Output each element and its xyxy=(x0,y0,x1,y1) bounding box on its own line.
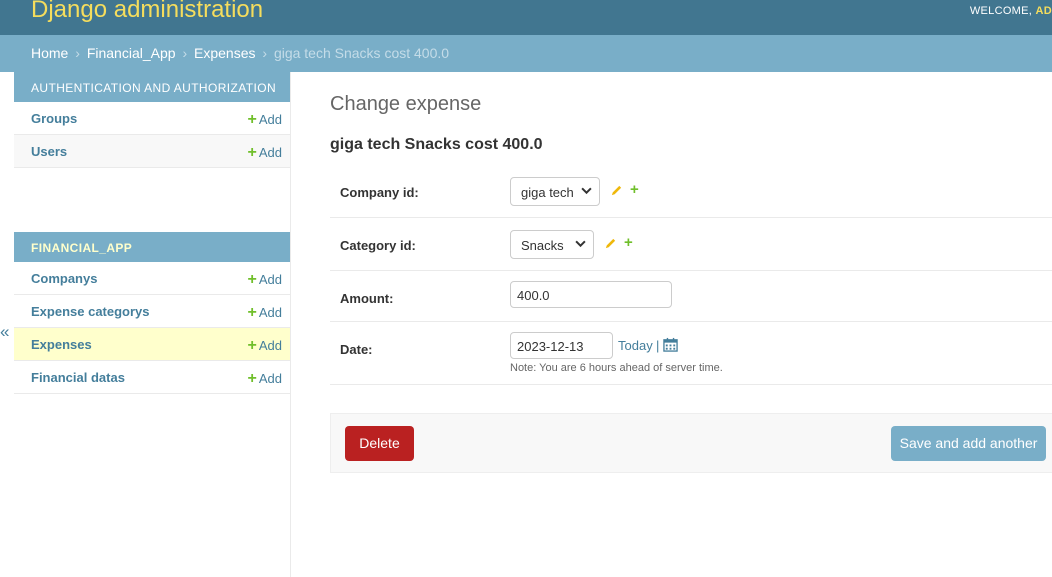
module-caption-financial-app[interactable]: Financial_App xyxy=(14,232,290,262)
sidebar-item-label[interactable]: Financial datas xyxy=(31,370,125,385)
plus-icon: + xyxy=(247,144,257,161)
add-users-link[interactable]: + Add xyxy=(248,144,282,162)
company-select[interactable]: giga tech xyxy=(510,177,600,206)
site-name[interactable]: Django administration xyxy=(31,0,263,24)
header: Django administration WELCOME, AD xyxy=(0,0,1052,35)
breadcrumb-app[interactable]: Financial_App xyxy=(87,45,176,61)
submit-row: Delete Save and add another xyxy=(330,413,1052,473)
pipe-separator: | xyxy=(656,338,660,353)
save-and-add-another-button[interactable]: Save and add another xyxy=(891,426,1046,461)
add-label: Add xyxy=(258,112,282,127)
form-row-date: Date: 2023-12-13 Today | Note: You are 6… xyxy=(330,322,1052,385)
plus-icon: + xyxy=(247,370,257,387)
category-label: Category id: xyxy=(340,238,416,253)
amount-label: Amount: xyxy=(340,291,394,306)
toggle-nav-button[interactable]: « xyxy=(0,322,12,342)
date-input[interactable]: 2023-12-13 xyxy=(510,332,613,359)
timezone-help-text: Note: You are 6 hours ahead of server ti… xyxy=(510,362,723,374)
add-label: Add xyxy=(258,272,282,287)
pencil-icon[interactable] xyxy=(604,237,617,253)
sidebar-item-expenses: Expenses + Add xyxy=(14,328,290,361)
sidebar-item-groups: Groups + Add xyxy=(14,102,290,135)
calendar-icon[interactable] xyxy=(663,337,678,355)
user-tools: WELCOME, AD xyxy=(970,5,1052,17)
breadcrumb-home[interactable]: Home xyxy=(31,45,68,61)
add-label: Add xyxy=(258,305,282,320)
object-title: giga tech Snacks cost 400.0 xyxy=(330,136,543,153)
pencil-icon[interactable] xyxy=(610,184,623,200)
add-label: Add xyxy=(258,338,282,353)
module-auth: Authentication and Authorization Groups … xyxy=(14,72,290,168)
breadcrumb-separator: › xyxy=(182,45,188,61)
amount-input[interactable]: 400.0 xyxy=(510,281,672,308)
sidebar-item-label[interactable]: Expenses xyxy=(31,337,92,352)
chevron-down-icon xyxy=(575,238,586,252)
breadcrumb-current: giga tech Snacks cost 400.0 xyxy=(273,45,450,61)
add-financial-datas-link[interactable]: + Add xyxy=(248,370,282,388)
plus-icon: + xyxy=(247,271,257,288)
breadcrumb-model[interactable]: Expenses xyxy=(194,45,255,61)
add-label: Add xyxy=(258,145,282,160)
module-financial-app: Financial_App Companys + Add Expense cate… xyxy=(14,232,290,394)
page-title: Change expense xyxy=(330,93,482,115)
plus-icon[interactable]: + xyxy=(624,234,633,251)
form-row-category: Category id: Snacks + xyxy=(330,218,1052,271)
breadcrumb-separator: › xyxy=(75,45,80,61)
company-select-value: giga tech xyxy=(521,185,574,200)
module-caption-link[interactable]: Authentication and Authorization xyxy=(31,81,276,95)
add-groups-link[interactable]: + Add xyxy=(248,111,282,129)
add-label: Add xyxy=(258,371,282,386)
module-caption-link[interactable]: Financial_App xyxy=(31,241,132,255)
form-row-amount: Amount: 400.0 xyxy=(330,271,1052,322)
sidebar-item-users: Users + Add xyxy=(14,135,290,168)
sidebar-item-label[interactable]: Users xyxy=(31,144,67,159)
sidebar-item-label[interactable]: Companys xyxy=(31,271,97,286)
category-select[interactable]: Snacks xyxy=(510,230,594,259)
add-expenses-link[interactable]: + Add xyxy=(248,337,282,355)
sidebar-item-companys: Companys + Add xyxy=(14,262,290,295)
plus-icon: + xyxy=(247,304,257,321)
sidebar-item-financial-datas: Financial datas + Add xyxy=(14,361,290,394)
delete-button[interactable]: Delete xyxy=(345,426,414,461)
breadcrumb-separator: › xyxy=(262,45,268,61)
breadcrumb: Home › Financial_App › Expenses › giga t… xyxy=(0,35,1052,72)
sidebar-item-expense-categorys: Expense categorys + Add xyxy=(14,295,290,328)
plus-icon[interactable]: + xyxy=(630,181,639,198)
welcome-text: WELCOME, xyxy=(969,5,1033,17)
sidebar-item-label[interactable]: Groups xyxy=(31,111,77,126)
form-row-company: Company id: giga tech + xyxy=(330,165,1052,218)
main-content: Change expense giga tech Snacks cost 400… xyxy=(330,72,1052,385)
add-expense-categorys-link[interactable]: + Add xyxy=(248,304,282,322)
company-label: Company id: xyxy=(340,185,419,200)
chevron-down-icon xyxy=(581,185,592,199)
plus-icon: + xyxy=(247,337,257,354)
plus-icon: + xyxy=(247,111,257,128)
category-select-value: Snacks xyxy=(521,238,564,253)
sidebar-item-label[interactable]: Expense categorys xyxy=(31,304,150,319)
date-label: Date: xyxy=(340,342,373,357)
today-link[interactable]: Today xyxy=(618,338,653,353)
username: AD xyxy=(1035,5,1052,17)
nav-sidebar: Authentication and Authorization Groups … xyxy=(14,72,291,577)
add-companys-link[interactable]: + Add xyxy=(248,271,282,289)
module-caption-auth[interactable]: Authentication and Authorization xyxy=(14,72,290,102)
